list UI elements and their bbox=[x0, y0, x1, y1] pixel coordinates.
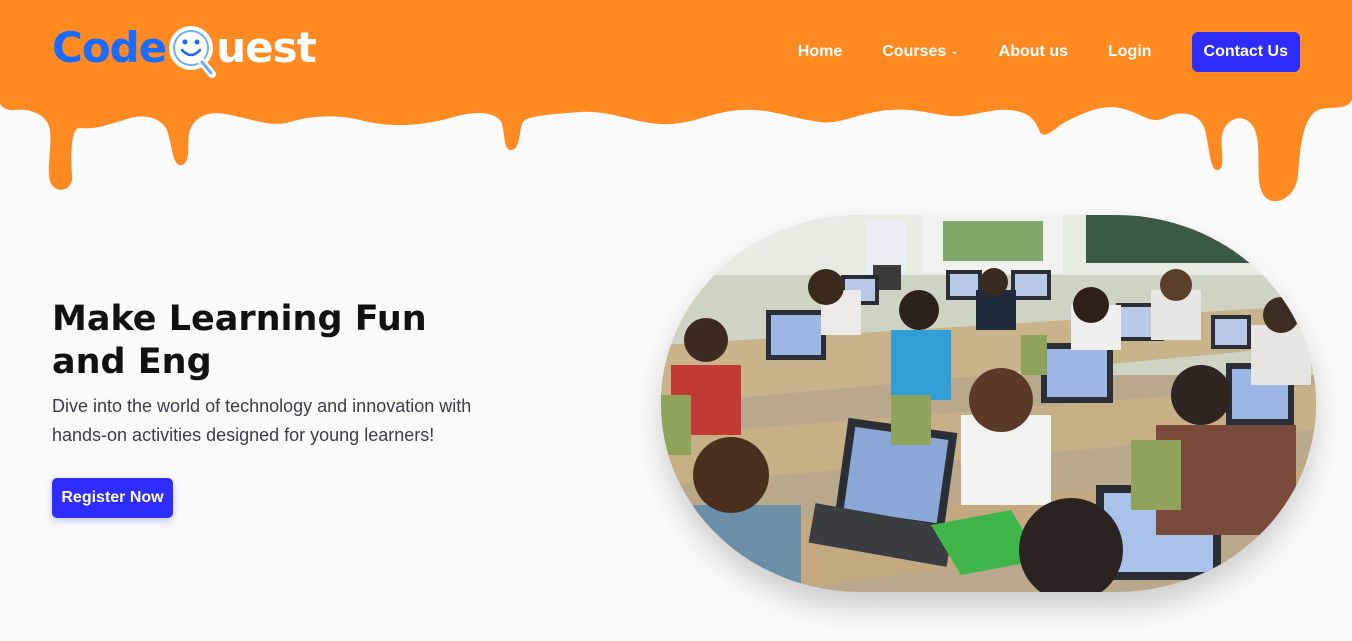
nav-courses-label: Courses bbox=[882, 43, 947, 60]
hero-description: Dive into the world of technology and in… bbox=[52, 396, 472, 445]
main-nav: Home Courses ⌄ About us Login Contact Us bbox=[798, 32, 1300, 72]
logo-text-prefix: Code bbox=[52, 23, 167, 72]
contact-us-button[interactable]: Contact Us bbox=[1191, 32, 1300, 72]
hero-title: Make Learning Fun and Eng bbox=[52, 299, 427, 382]
logo-text-suffix: uest bbox=[216, 23, 316, 72]
page: Code uest Home Courses ⌄ About us Login … bbox=[0, 0, 1352, 641]
chevron-down-icon: ⌄ bbox=[950, 46, 959, 57]
site-logo[interactable]: Code uest bbox=[52, 22, 317, 82]
nav-about-us[interactable]: About us bbox=[999, 43, 1068, 61]
classroom-photo bbox=[661, 215, 1316, 592]
register-now-button[interactable]: Register Now bbox=[52, 478, 173, 518]
navbar: Code uest Home Courses ⌄ About us Login … bbox=[0, 0, 1352, 104]
smiley-magnifier-icon bbox=[166, 22, 218, 82]
nav-courses[interactable]: Courses ⌄ bbox=[882, 43, 958, 61]
nav-login[interactable]: Login bbox=[1108, 43, 1152, 61]
nav-home[interactable]: Home bbox=[798, 43, 842, 61]
